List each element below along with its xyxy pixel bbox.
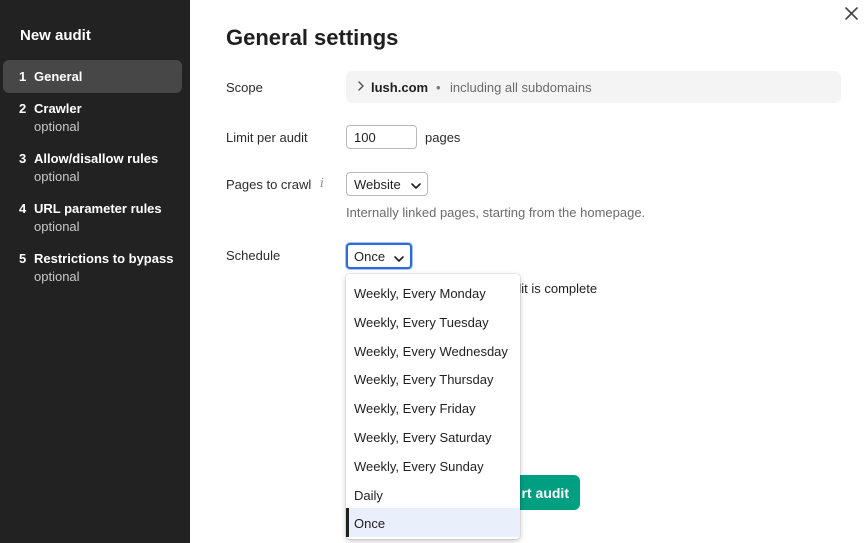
step-label: General: [34, 69, 83, 84]
step-optional-label: optional: [34, 219, 80, 234]
step-label: URL parameter rules: [34, 201, 162, 216]
schedule-option[interactable]: Weekly, Every Thursday: [346, 364, 520, 393]
sidebar-title: New audit: [20, 27, 91, 44]
step-optional-label: optional: [34, 169, 80, 184]
close-button[interactable]: [842, 4, 862, 24]
chevron-down-icon: [393, 252, 405, 267]
schedule-option[interactable]: Weekly, Every Wednesday: [346, 336, 520, 365]
schedule-option[interactable]: Daily: [346, 480, 520, 509]
schedule-dropdown: Weekly, Every Monday Weekly, Every Tuesd…: [346, 274, 520, 539]
sidebar: New audit 1 General 2 Crawler optional 3…: [0, 0, 190, 543]
pages-to-crawl-hint: Internally linked pages, starting from t…: [346, 205, 646, 220]
close-icon: [845, 7, 858, 20]
scope-domain: lush.com: [371, 80, 429, 95]
sidebar-step-url-parameters[interactable]: 4 URL parameter rules optional: [3, 201, 182, 237]
schedule-option[interactable]: Weekly, Every Saturday: [346, 422, 520, 451]
limit-label: Limit per audit: [226, 130, 308, 145]
info-icon[interactable]: i: [320, 176, 324, 190]
pages-to-crawl-value: Website: [354, 177, 401, 192]
scope-subdomains-note: including all subdomains: [450, 80, 592, 95]
pages-to-crawl-label: Pages to crawl: [226, 177, 312, 192]
schedule-option[interactable]: Weekly, Every Sunday: [346, 451, 520, 480]
step-label: Crawler: [34, 101, 82, 116]
schedule-option[interactable]: Weekly, Every Friday: [346, 393, 520, 422]
schedule-note: dit is complete: [514, 281, 598, 296]
step-optional-label: optional: [34, 269, 80, 284]
step-label: Restrictions to bypass: [34, 251, 174, 266]
step-number: 1: [19, 69, 27, 84]
sidebar-step-general[interactable]: 1 General: [3, 60, 182, 93]
schedule-select[interactable]: Once: [346, 243, 412, 269]
scope-field[interactable]: lush.com • including all subdomains: [346, 71, 841, 103]
limit-unit-label: pages: [425, 130, 461, 145]
step-number: 2: [19, 101, 27, 116]
chevron-down-icon: [410, 179, 422, 194]
step-label: Allow/disallow rules: [34, 151, 159, 166]
schedule-label: Schedule: [226, 248, 281, 263]
sidebar-step-crawler[interactable]: 2 Crawler optional: [3, 101, 182, 137]
pages-to-crawl-select[interactable]: Website: [346, 172, 428, 196]
chevron-right-icon: [356, 80, 366, 95]
sidebar-step-allow-disallow[interactable]: 3 Allow/disallow rules optional: [3, 151, 182, 187]
schedule-option[interactable]: Weekly, Every Monday: [346, 278, 520, 307]
step-number: 5: [19, 251, 27, 266]
scope-label: Scope: [226, 80, 263, 95]
sidebar-step-restrictions[interactable]: 5 Restrictions to bypass optional: [3, 251, 182, 287]
schedule-option-selected[interactable]: Once: [346, 508, 520, 537]
limit-input[interactable]: [346, 125, 417, 149]
schedule-value: Once: [354, 249, 386, 264]
step-number: 4: [19, 201, 27, 216]
step-number: 3: [19, 151, 27, 166]
page-title: General settings: [226, 25, 399, 50]
schedule-option[interactable]: Weekly, Every Tuesday: [346, 307, 520, 336]
step-optional-label: optional: [34, 119, 80, 134]
scope-separator: •: [436, 80, 441, 95]
